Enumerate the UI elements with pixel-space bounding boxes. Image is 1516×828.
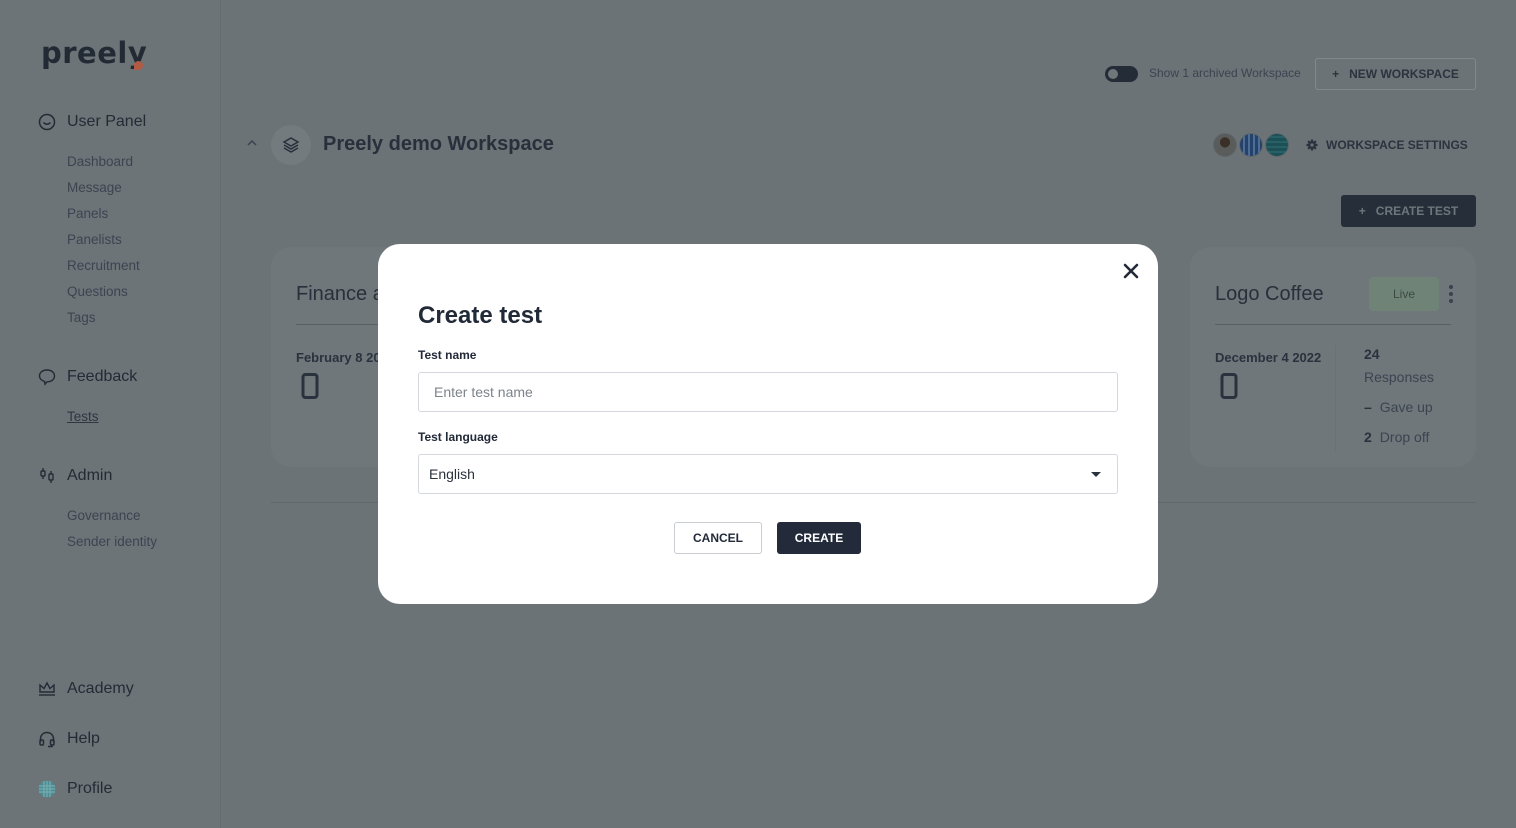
- workspace-members[interactable]: [1213, 133, 1289, 157]
- plus-icon: +: [1332, 67, 1340, 81]
- drop-off-label: Drop off: [1379, 429, 1430, 445]
- create-test-label: CREATE TEST: [1375, 204, 1459, 218]
- preely-logo[interactable]: preely: [41, 36, 147, 70]
- test-language-label: Test language: [418, 430, 498, 444]
- create-test-dialog: Create test Test name Test language Engl…: [378, 244, 1158, 604]
- sidebar-item-governance[interactable]: Governance: [67, 508, 141, 523]
- test-language-select[interactable]: English: [418, 454, 1118, 494]
- sliders-icon: [38, 467, 56, 485]
- close-icon[interactable]: [1122, 262, 1140, 280]
- member-avatar[interactable]: [1213, 133, 1237, 157]
- test-name-label: Test name: [418, 348, 477, 362]
- gear-icon: [1306, 139, 1318, 151]
- layers-icon: [282, 137, 300, 153]
- crown-icon: [38, 680, 56, 698]
- new-workspace-label: NEW WORKSPACE: [1349, 67, 1459, 81]
- workspace-settings-label: WORKSPACE SETTINGS: [1326, 138, 1468, 152]
- archived-workspace-label: Show 1 archived Workspace: [1149, 66, 1301, 80]
- sidebar-item-recruitment[interactable]: Recruitment: [67, 258, 140, 273]
- logo-dot: [134, 61, 143, 70]
- chevron-up-icon[interactable]: [245, 136, 259, 150]
- sidebar-item-panels[interactable]: Panels: [67, 206, 108, 221]
- sidebar-section-feedback[interactable]: Feedback: [38, 368, 137, 386]
- sidebar: preely User Panel Dashboard Message Pane…: [0, 0, 221, 828]
- dropdown-caret-icon: [1091, 471, 1101, 477]
- workspace-title: Preely demo Workspace: [323, 133, 554, 155]
- mobile-device-icon: [1220, 373, 1238, 399]
- plus-icon: +: [1358, 204, 1366, 218]
- speech-bubble-icon: [38, 368, 56, 386]
- workspace-icon: [271, 125, 311, 165]
- selected-language: English: [429, 466, 475, 482]
- create-test-button[interactable]: + CREATE TEST: [1341, 195, 1476, 227]
- sidebar-item-academy[interactable]: Academy: [38, 680, 134, 698]
- sidebar-section-label: Admin: [67, 467, 113, 484]
- sidebar-item-label: Help: [67, 730, 100, 747]
- sidebar-item-message[interactable]: Message: [67, 180, 122, 195]
- smiley-icon: [38, 113, 56, 131]
- sidebar-item-tests[interactable]: Tests: [67, 409, 99, 424]
- sidebar-section-user-panel[interactable]: User Panel: [38, 113, 146, 131]
- sidebar-item-label: Academy: [67, 680, 134, 697]
- divider: [1335, 345, 1336, 453]
- headset-icon: [38, 730, 56, 748]
- test-card[interactable]: Logo Coffee Live December 4 2022 24 Resp…: [1190, 247, 1476, 467]
- sidebar-section-label: User Panel: [67, 113, 147, 130]
- gave-up-value: –: [1364, 399, 1372, 415]
- sidebar-section-label: Feedback: [67, 368, 138, 385]
- sidebar-item-panelists[interactable]: Panelists: [67, 232, 122, 247]
- sidebar-item-sender-identity[interactable]: Sender identity: [67, 534, 157, 549]
- workspace-settings-button[interactable]: WORKSPACE SETTINGS: [1306, 138, 1468, 152]
- new-workspace-button[interactable]: + NEW WORKSPACE: [1315, 58, 1476, 90]
- test-card-title: Logo Coffee: [1215, 283, 1324, 305]
- more-options-icon[interactable]: [1447, 285, 1455, 303]
- profile-avatar-icon: [38, 780, 56, 798]
- member-avatar[interactable]: [1265, 133, 1289, 157]
- test-card-date: December 4 2022: [1215, 350, 1322, 365]
- mobile-device-icon: [301, 373, 319, 399]
- test-name-input[interactable]: [418, 372, 1118, 412]
- sidebar-item-tags[interactable]: Tags: [67, 310, 96, 325]
- archived-workspace-toggle[interactable]: [1105, 66, 1138, 82]
- drop-off-value: 2: [1364, 429, 1372, 445]
- drop-off-stat: 2 Drop off: [1364, 429, 1429, 445]
- cancel-button[interactable]: CANCEL: [674, 522, 762, 554]
- responses-label: Responses: [1364, 369, 1435, 385]
- member-avatar[interactable]: [1239, 133, 1263, 157]
- dialog-title: Create test: [418, 302, 543, 329]
- sidebar-section-admin[interactable]: Admin: [38, 467, 112, 485]
- sidebar-item-dashboard[interactable]: Dashboard: [67, 154, 133, 169]
- gave-up-stat: – Gave up: [1364, 399, 1433, 415]
- sidebar-item-profile[interactable]: Profile: [38, 780, 112, 798]
- sidebar-item-questions[interactable]: Questions: [67, 284, 128, 299]
- gave-up-label: Gave up: [1379, 399, 1433, 415]
- create-button[interactable]: CREATE: [777, 522, 861, 554]
- status-badge: Live: [1369, 277, 1439, 311]
- divider: [1215, 324, 1451, 325]
- sidebar-item-label: Profile: [67, 780, 113, 797]
- responses-count: 24: [1364, 346, 1380, 362]
- sidebar-item-help[interactable]: Help: [38, 730, 100, 748]
